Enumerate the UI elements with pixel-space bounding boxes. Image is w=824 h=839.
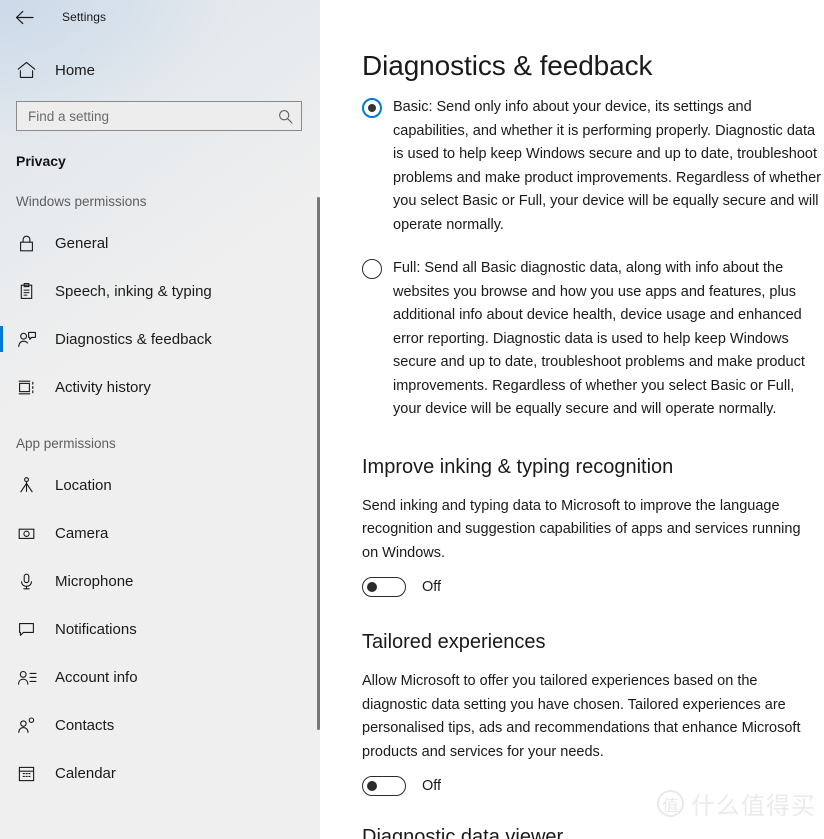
feedback-person-icon — [17, 330, 41, 349]
notification-icon — [17, 620, 41, 639]
sidebar-item-label: Location — [55, 476, 112, 494]
category-title: Privacy — [16, 153, 66, 169]
microphone-icon — [17, 572, 41, 591]
sidebar-item-calendar[interactable]: Calendar — [0, 749, 320, 797]
location-icon — [17, 476, 41, 495]
sidebar-item-general[interactable]: General — [0, 219, 320, 267]
toggle-knob — [367, 582, 377, 592]
sidebar-item-label: Notifications — [55, 620, 137, 638]
inking-toggle-state: Off — [422, 579, 442, 595]
inking-section-description: Send inking and typing data to Microsoft… — [362, 497, 801, 561]
sidebar-item-label: Contacts — [55, 716, 115, 734]
radio-basic-icon[interactable] — [362, 98, 382, 118]
sidebar-item-label: Speech, inking & typing — [55, 282, 212, 300]
search-icon[interactable] — [274, 109, 293, 124]
sidebar-item-activity-history[interactable]: Activity history — [0, 363, 320, 411]
sidebar-item-label: Account info — [55, 668, 138, 686]
diagnostic-option-basic[interactable]: Basic: Send only info about your device,… — [362, 96, 824, 237]
back-arrow-icon[interactable] — [4, 2, 44, 32]
contacts-icon — [17, 716, 41, 735]
sidebar-item-label: General — [55, 234, 109, 252]
search-input[interactable] — [28, 108, 274, 124]
calendar-icon — [17, 764, 41, 783]
viewer-section-heading: Diagnostic data viewer — [362, 826, 564, 839]
toggle-knob — [367, 781, 377, 791]
diagnostic-option-full[interactable]: Full: Send all Basic diagnostic data, al… — [362, 257, 824, 422]
sidebar-item-contacts[interactable]: Contacts — [0, 701, 320, 749]
page-title: Diagnostics & feedback — [362, 50, 653, 81]
tailored-section-heading: Tailored experiences — [362, 631, 546, 653]
sidebar-item-label: Diagnostics & feedback — [55, 330, 212, 348]
settings-window: Settings Home Privacy Windo — [0, 0, 824, 839]
radio-full-icon[interactable] — [362, 259, 382, 279]
sidebar-item-microphone[interactable]: Microphone — [0, 557, 320, 605]
inking-section-heading: Improve inking & typing recognition — [362, 455, 674, 478]
inking-toggle-row: Off — [362, 577, 824, 597]
sidebar-item-diagnostics-feedback[interactable]: Diagnostics & feedback — [0, 315, 320, 363]
sidebar-nav: Windows permissions General Speech, inki… — [0, 191, 320, 811]
tailored-toggle[interactable] — [362, 776, 406, 796]
selection-indicator — [0, 326, 3, 352]
tailored-toggle-state: Off — [422, 778, 442, 794]
home-icon — [17, 61, 39, 79]
diagnostic-option-full-label: Full: Send all Basic diagnostic data, al… — [393, 260, 805, 417]
diagnostic-option-basic-label: Basic: Send only info about your device,… — [393, 99, 821, 233]
sidebar-item-label: Calendar — [55, 764, 116, 782]
clipboard-icon — [17, 282, 41, 301]
sidebar-item-account-info[interactable]: Account info — [0, 653, 320, 701]
nav-group-title-app-permissions: App permissions — [16, 436, 116, 451]
sidebar-item-label: Microphone — [55, 572, 134, 590]
sidebar-item-camera[interactable]: Camera — [0, 509, 320, 557]
tailored-section-description: Allow Microsoft to offer you tailored ex… — [362, 673, 801, 760]
main-content: Diagnostics & feedback Basic: Send only … — [320, 0, 824, 839]
sidebar-item-label: Camera — [55, 524, 109, 542]
activity-history-icon — [17, 378, 41, 397]
sidebar: Settings Home Privacy Windo — [0, 0, 320, 839]
camera-icon — [17, 524, 41, 543]
sidebar-item-location[interactable]: Location — [0, 461, 320, 509]
account-info-icon — [17, 668, 41, 687]
sidebar-item-home[interactable]: Home — [0, 50, 320, 90]
title-bar: Settings — [0, 0, 320, 34]
lock-icon — [17, 234, 41, 253]
sidebar-item-notifications[interactable]: Notifications — [0, 605, 320, 653]
sidebar-item-label: Activity history — [55, 378, 151, 396]
inking-toggle[interactable] — [362, 577, 406, 597]
tailored-toggle-row: Off — [362, 776, 824, 796]
search-box[interactable] — [16, 101, 302, 131]
home-label: Home — [55, 61, 96, 79]
nav-group-title-windows-permissions: Windows permissions — [16, 194, 147, 209]
app-title: Settings — [62, 10, 107, 24]
sidebar-item-speech-inking-typing[interactable]: Speech, inking & typing — [0, 267, 320, 315]
